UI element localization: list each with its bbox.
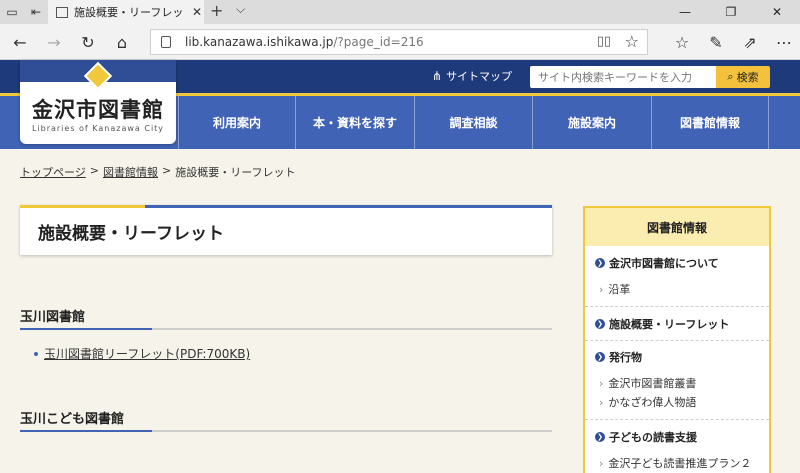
refresh-icon[interactable]: ↻ bbox=[76, 30, 100, 54]
pen-notes-icon[interactable]: ✎ bbox=[704, 30, 728, 54]
more-menu-icon[interactable]: ⋯ bbox=[772, 30, 796, 54]
menu-item-riyou[interactable]: 利用案内 bbox=[178, 96, 295, 149]
logo-subtitle: Libraries of Kanazawa City bbox=[31, 124, 165, 133]
side-panel-heading: 図書館情報 bbox=[585, 208, 769, 246]
breadcrumb-current: 施設概要・リーフレット bbox=[175, 166, 296, 179]
back-icon[interactable]: ← bbox=[8, 30, 32, 54]
scrollbar[interactable] bbox=[786, 150, 800, 473]
window-controls: — ❐ ✕ bbox=[662, 0, 800, 24]
tab-manager-icon[interactable]: ▭ bbox=[0, 0, 24, 24]
breadcrumb-parent[interactable]: 図書館情報 bbox=[103, 164, 158, 180]
site-search-input[interactable] bbox=[530, 66, 716, 88]
breadcrumb-home[interactable]: トップページ bbox=[20, 164, 86, 180]
side-link-sosho[interactable]: › 金沢市図書館叢書 bbox=[599, 375, 696, 391]
main-menu: 利用案内 本・資料を探す 調査相談 施設案内 図書館情報 bbox=[178, 96, 769, 149]
favorite-star-icon[interactable]: ☆ bbox=[625, 32, 639, 51]
sitemap-link[interactable]: ⋔ サイトマップ bbox=[432, 68, 512, 84]
home-icon[interactable]: ⌂ bbox=[110, 30, 134, 54]
tab-list-chevron-icon[interactable]: ⌵ bbox=[236, 2, 245, 17]
chevron-circle-icon: ❯ bbox=[595, 432, 605, 442]
side-link-reading-plan[interactable]: › 金沢子ども読書推進プラン２ bbox=[599, 455, 751, 471]
address-bar[interactable]: lib.kanazawa.ishikawa.jp/?page_id=216 ▯▯… bbox=[150, 29, 648, 55]
restore-icon[interactable]: ❐ bbox=[708, 0, 754, 24]
menu-item-search-books[interactable]: 本・資料を探す bbox=[295, 96, 414, 149]
sitemap-icon: ⋔ bbox=[432, 69, 443, 83]
minimize-icon[interactable]: — bbox=[662, 0, 708, 24]
page-favicon-icon bbox=[56, 6, 68, 18]
section-heading-tamagawa: 玉川図書館 bbox=[20, 306, 552, 330]
side-link-facilities[interactable]: ❯ 施設概要・リーフレット bbox=[595, 316, 729, 332]
close-window-icon[interactable]: ✕ bbox=[754, 0, 800, 24]
page-title: 施設概要・リーフレット bbox=[38, 224, 224, 244]
search-button[interactable]: ⌕ 検索 bbox=[716, 66, 770, 88]
chevron-right-icon: › bbox=[599, 283, 604, 296]
list-item: 玉川図書館リーフレット(PDF:700KB) bbox=[34, 345, 250, 362]
chevron-circle-icon: ❯ bbox=[595, 258, 605, 268]
menu-item-library-info[interactable]: 図書館情報 bbox=[651, 96, 769, 149]
reading-view-icon[interactable]: ▯▯ bbox=[597, 34, 611, 49]
breadcrumb: トップページ > 図書館情報 > 施設概要・リーフレット bbox=[20, 164, 296, 180]
chevron-right-icon: › bbox=[599, 457, 604, 470]
chevron-circle-icon: ❯ bbox=[595, 319, 605, 329]
close-tab-icon[interactable]: ✕ bbox=[192, 5, 202, 19]
menu-item-reference[interactable]: 調査相談 bbox=[414, 96, 532, 149]
leaflet-pdf-link[interactable]: 玉川図書館リーフレット(PDF:700KB) bbox=[44, 345, 250, 362]
chevron-right-icon: › bbox=[599, 377, 604, 390]
side-link-about[interactable]: ❯ 金沢市図書館について bbox=[595, 255, 719, 271]
side-link-children-reading[interactable]: ❯ 子どもの読書支援 bbox=[595, 429, 697, 445]
browser-nav-bar: ← → ↻ ⌂ lib.kanazawa.ishikawa.jp/?page_i… bbox=[0, 24, 800, 60]
chevron-right-icon: › bbox=[599, 396, 604, 409]
section-heading-kodomo: 玉川こども図書館 bbox=[20, 408, 552, 432]
menu-item-facilities[interactable]: 施設案内 bbox=[532, 96, 651, 149]
chevron-circle-icon: ❯ bbox=[595, 352, 605, 362]
bullet-icon bbox=[34, 351, 38, 356]
new-tab-icon[interactable]: + bbox=[210, 1, 223, 20]
logo-name: 金沢市図書館 bbox=[32, 98, 164, 122]
forward-icon[interactable]: → bbox=[42, 30, 66, 54]
lock-icon bbox=[161, 36, 171, 48]
back-tabs-icon[interactable]: ⇤ bbox=[24, 0, 48, 24]
tab-title: 施設概要・リーフレット - 金 bbox=[74, 6, 186, 19]
search-icon: ⌕ bbox=[727, 70, 734, 83]
share-icon[interactable]: ⇗ bbox=[738, 30, 762, 54]
side-link-history[interactable]: › 沿革 bbox=[599, 281, 630, 297]
side-link-ijin[interactable]: › かなざわ偉人物語 bbox=[599, 394, 696, 410]
side-panel: 図書館情報 ❯ 金沢市図書館について › 沿革 ❯ 施設概要・リーフレット ❯ 発… bbox=[583, 206, 771, 473]
address-url: lib.kanazawa.ishikawa.jp/?page_id=216 bbox=[185, 35, 424, 49]
site-logo[interactable]: 金沢市図書館 Libraries of Kanazawa City bbox=[20, 60, 176, 144]
browser-tab[interactable]: 施設概要・リーフレット - 金 ✕ bbox=[48, 0, 204, 24]
browser-tab-bar: ▭ ⇤ 施設概要・リーフレット - 金 ✕ + ⌵ — ❐ ✕ bbox=[0, 0, 800, 24]
page-title-box: 施設概要・リーフレット bbox=[20, 205, 552, 255]
side-link-publications[interactable]: ❯ 発行物 bbox=[595, 349, 642, 365]
favorites-hub-icon[interactable]: ☆ bbox=[670, 30, 694, 54]
